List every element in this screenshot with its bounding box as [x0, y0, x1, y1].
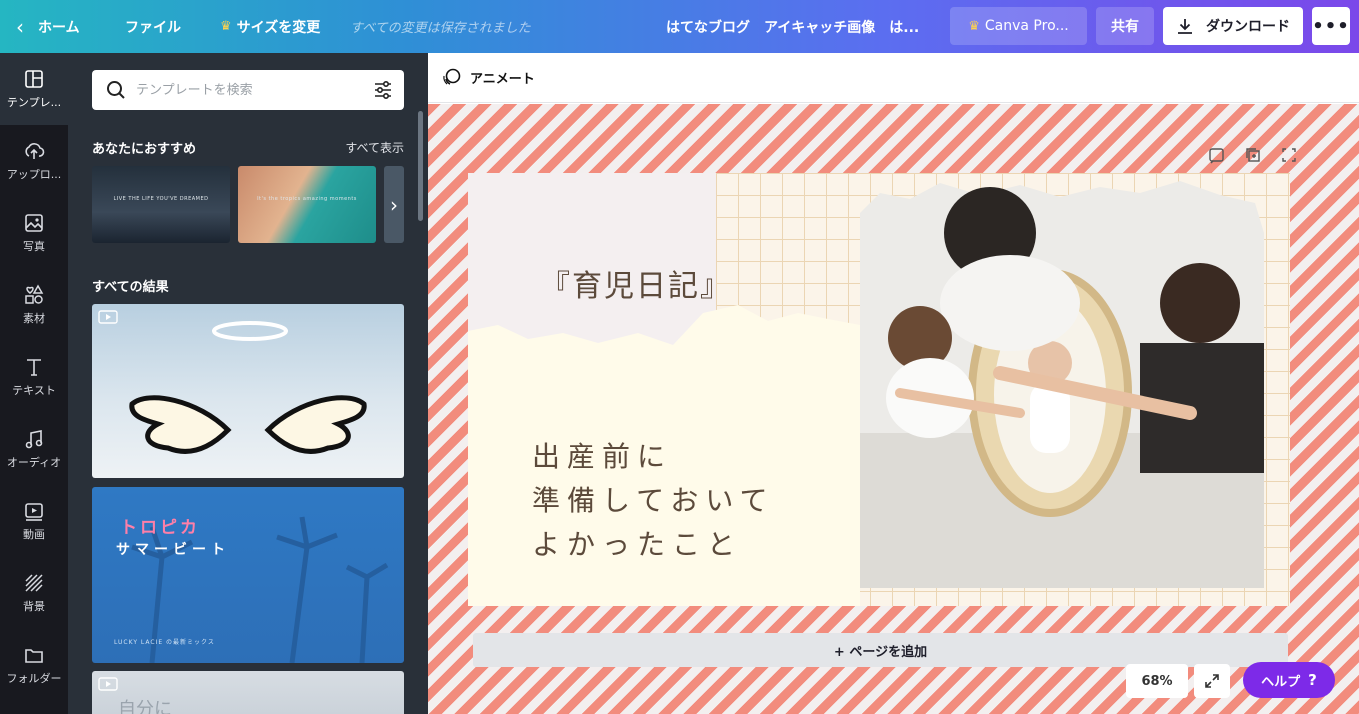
rail-item-templates[interactable]: テンプレ...: [0, 53, 68, 125]
home-button[interactable]: ‹ ホーム: [16, 0, 80, 53]
animate-icon: [443, 68, 461, 85]
result-caption: LUCKY LACIE の最新ミックス: [114, 639, 215, 646]
wings-illustration: [129, 395, 367, 454]
canvas-toolbar: アニメート: [428, 53, 1359, 103]
rail-item-folders[interactable]: フォルダー: [0, 629, 68, 701]
canva-pro-label: Canva Pro...: [984, 18, 1069, 34]
help-label: ヘルプ: [1261, 674, 1301, 690]
file-menu[interactable]: ファイル: [125, 0, 181, 53]
rail-item-video[interactable]: 動画: [0, 485, 68, 557]
audio-icon: [25, 430, 43, 449]
elements-icon: [25, 284, 44, 304]
save-status: すべての変更は保存されました: [350, 21, 531, 36]
fullscreen-button[interactable]: [1194, 664, 1230, 698]
panel-scrollbar[interactable]: [418, 111, 423, 221]
crown-icon: ♛: [968, 18, 980, 34]
download-label: ダウンロード: [1206, 19, 1290, 35]
template-search[interactable]: [92, 70, 404, 110]
resize-label: サイズを変更: [236, 19, 321, 36]
text-icon: [27, 359, 41, 376]
result-template[interactable]: 自分に: [92, 671, 404, 714]
canva-pro-button[interactable]: ♛ Canva Pro...: [950, 7, 1087, 45]
body-line: よかったこと: [532, 528, 743, 561]
see-all-link[interactable]: すべて表示: [345, 139, 404, 156]
page-title[interactable]: 『育児日記』: [540, 261, 732, 305]
thumbnail-caption: LIVE THE LIFE YOU'VE DREAMED: [113, 196, 209, 202]
recommended-thumbnail[interactable]: LIVE THE LIFE YOU'VE DREAMED: [92, 166, 230, 243]
upload-icon: [25, 143, 45, 159]
all-results-heading: すべての結果: [92, 280, 169, 295]
template-panel: あなたにおすすめ すべて表示 LIVE THE LIFE YOU'VE DREA…: [68, 53, 428, 714]
result-title: サマービート: [116, 542, 230, 558]
add-page-icon[interactable]: [1280, 146, 1298, 164]
duplicate-page-icon[interactable]: [1244, 146, 1262, 164]
rail-item-text[interactable]: テキスト: [0, 341, 68, 413]
rail-label: 背景: [23, 600, 45, 613]
background-icon: [25, 574, 43, 592]
photo-icon: [25, 214, 43, 232]
left-icon-rail: テンプレ... アップロ... 写真 素材 テキスト オーディオ 動画 背景 フ…: [0, 53, 68, 714]
animate-button[interactable]: アニメート: [442, 67, 535, 87]
result-title-accent: トロピカ: [120, 518, 200, 538]
family-photo: [860, 181, 1264, 588]
rail-label: テンプレ...: [6, 96, 62, 109]
zoom-level[interactable]: 68%: [1126, 664, 1188, 698]
rail-label: フォルダー: [6, 672, 62, 685]
note-icon[interactable]: [1208, 146, 1226, 164]
rail-label: オーディオ: [6, 456, 62, 469]
rail-item-photos[interactable]: 写真: [0, 197, 68, 269]
chevron-right-icon[interactable]: ›: [390, 193, 398, 217]
chevron-left-icon: ‹: [16, 14, 24, 39]
help-button[interactable]: ヘルプ ?: [1243, 662, 1335, 698]
share-button[interactable]: 共有: [1096, 7, 1154, 45]
folder-icon: [25, 649, 43, 663]
search-input[interactable]: [136, 70, 356, 110]
rail-item-uploads[interactable]: アップロ...: [0, 125, 68, 197]
rail-label: 素材: [23, 312, 45, 325]
video-badge-icon: [98, 677, 118, 691]
video-badge-icon: [98, 310, 118, 324]
template-icon: [25, 70, 43, 88]
result-template[interactable]: トロピカ サマービート LUCKY LACIE の最新ミックス: [92, 487, 404, 663]
document-title[interactable]: はてなブログ アイキャッチ画像 は...: [666, 0, 919, 53]
recommended-thumbnail[interactable]: It's the tropics amazing moments: [238, 166, 376, 243]
expand-icon: [1205, 674, 1219, 688]
home-label: ホーム: [38, 19, 80, 36]
download-icon: [1178, 19, 1192, 34]
result-template[interactable]: [92, 304, 404, 478]
search-icon: [107, 81, 125, 99]
animate-label: アニメート: [470, 71, 535, 87]
result-title: 自分に: [118, 699, 172, 714]
more-options-button[interactable]: •••: [1312, 7, 1350, 45]
crown-icon: ♛: [220, 19, 232, 34]
question-icon: ?: [1308, 671, 1317, 689]
page-body-text[interactable]: 出産前に 準備しておいて よかったこと: [532, 435, 774, 567]
filter-icon[interactable]: [372, 79, 394, 101]
add-page-button[interactable]: + ページを追加: [473, 633, 1288, 667]
rail-label: 写真: [23, 240, 45, 253]
rail-label: テキスト: [12, 384, 56, 397]
top-bar: ‹ ホーム ファイル ♛ サイズを変更 すべての変更は保存されました はてなブロ…: [0, 0, 1359, 53]
resize-button[interactable]: ♛ サイズを変更: [220, 0, 320, 53]
design-page[interactable]: 『育児日記』 出産前に 準備しておいて よかったこと: [468, 173, 1290, 606]
video-icon: [25, 503, 43, 521]
recommended-heading: あなたにおすすめ: [92, 142, 197, 157]
rail-item-background[interactable]: 背景: [0, 557, 68, 629]
halo-illustration: [212, 321, 288, 341]
rail-label: アップロ...: [6, 168, 62, 181]
download-button[interactable]: ダウンロード: [1163, 7, 1303, 45]
rail-item-audio[interactable]: オーディオ: [0, 413, 68, 485]
rail-label: 動画: [23, 528, 45, 541]
body-line: 準備しておいて: [532, 484, 775, 517]
thumbnail-caption: It's the tropics amazing moments: [257, 196, 357, 202]
body-line: 出産前に: [532, 440, 673, 473]
rail-item-elements[interactable]: 素材: [0, 269, 68, 341]
